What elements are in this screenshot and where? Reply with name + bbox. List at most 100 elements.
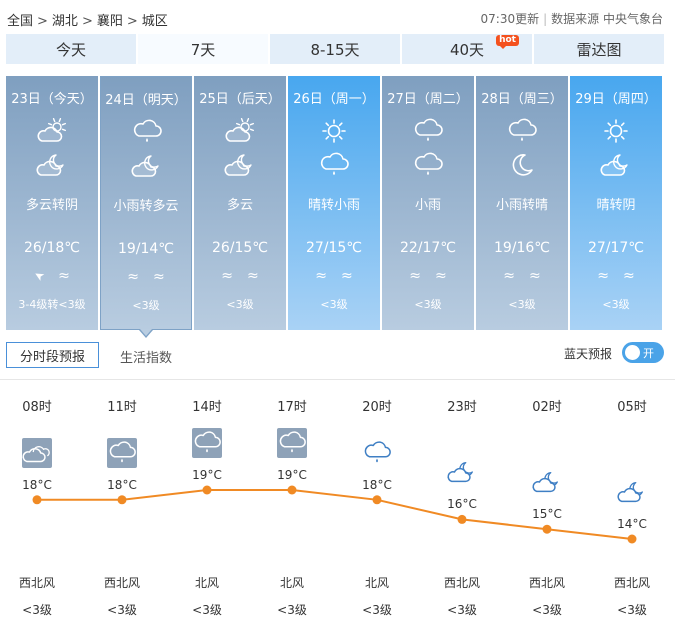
day-date: 25日（后天） — [199, 92, 281, 107]
day-date: 29日（周四） — [575, 92, 657, 107]
day-date: 27日（周二） — [387, 92, 469, 107]
day-card[interactable]: 28日（周三） 小雨转晴 19/16℃ ≈ ≈ <3级 — [476, 76, 568, 330]
partly-cloudy-night-icon — [36, 152, 68, 178]
day-temp-range: 27/15℃ — [305, 240, 363, 256]
blue-sky-forecast-toggle[interactable]: 开 — [622, 342, 664, 363]
wind-direction-icons: ≈ ≈ — [288, 268, 380, 284]
moon-icon — [506, 152, 538, 178]
tab-8-15day[interactable]: 8-15天 — [270, 34, 400, 64]
hot-badge: hot — [496, 35, 519, 49]
hour-time: 17时 — [277, 400, 307, 415]
day-card[interactable]: 23日（今天） 多云转阴 26/18℃ ➤ ≈ 3-4级转<3级 — [6, 76, 98, 330]
breadcrumb-separator: > — [37, 14, 48, 29]
hour-wind-level: <3级 — [532, 603, 562, 617]
tab-radar[interactable]: 雷达图 — [534, 34, 664, 64]
wind-direction-icon: ≈ — [58, 268, 70, 284]
day-card[interactable]: 29日（周四） 晴转阴 27/17℃ ≈ ≈ <3级 — [570, 76, 662, 330]
hour-wind-direction: 西北风 — [18, 576, 55, 590]
hourly-forecast-tab[interactable]: 分时段预报 — [6, 342, 99, 368]
partly-cloudy-night-icon — [532, 467, 562, 497]
meta-divider: | — [543, 12, 548, 26]
tab-label: 7天 — [190, 40, 216, 59]
day-weather-desc: 晴转阴 — [596, 198, 636, 213]
breadcrumb-item-province[interactable]: 湖北 — [52, 14, 78, 29]
day-card[interactable]: 27日（周二） 小雨 22/17℃ ≈ ≈ <3级 — [382, 76, 474, 330]
life-index-tab[interactable]: 生活指数 — [120, 347, 172, 366]
wind-direction-icons: ≈ ≈ — [570, 268, 662, 284]
breadcrumb: 全国 > 湖北 > 襄阳 > 城区 — [7, 10, 168, 29]
update-meta: 07:30更新 | 数据来源 中央气象台 — [481, 10, 663, 27]
seven-day-forecast: 23日（今天） 多云转阴 26/18℃ ➤ ≈ 3-4级转<3级 24日（明天） … — [6, 76, 664, 330]
breadcrumb-item-district: 城区 — [141, 14, 168, 29]
temperature-point[interactable] — [372, 495, 382, 505]
wind-direction-icons: ≈ ≈ — [101, 269, 191, 285]
hour-wind-level: <3级 — [447, 603, 477, 617]
temperature-point[interactable] — [627, 534, 637, 544]
day-card[interactable]: 24日（明天） 小雨转多云 19/14℃ ≈ ≈ <3级 — [100, 76, 192, 330]
temperature-point[interactable] — [202, 485, 212, 495]
day-weather-desc: 多云 — [226, 198, 253, 213]
breadcrumb-separator: > — [126, 14, 138, 29]
day-wind-level: <3级 — [508, 298, 536, 311]
wind-direction-icon: ≈ — [623, 268, 635, 284]
day-weather-desc: 晴转小雨 — [307, 198, 360, 213]
partly-cloudy-night-icon — [617, 477, 647, 507]
partly-cloudy-icon — [224, 117, 256, 144]
temperature-point[interactable] — [117, 495, 127, 505]
wind-direction-icon: ≈ — [409, 268, 421, 284]
tab-40day[interactable]: 40天 hot — [402, 34, 532, 64]
day-wind-level: <3级 — [602, 298, 630, 311]
day-date: 24日（明天） — [105, 93, 187, 108]
tab-today[interactable]: 今天 — [6, 34, 136, 64]
day-weather-desc: 小雨转多云 — [113, 199, 179, 214]
hourly-forecast-label: 分时段预报 — [19, 349, 85, 365]
partly-cloudy-night-icon — [447, 457, 477, 487]
temperature-point[interactable] — [32, 495, 42, 505]
day-temp-range: 19/14℃ — [117, 241, 175, 257]
hour-temp-label: 14°C — [617, 517, 647, 531]
temperature-point[interactable] — [287, 485, 297, 495]
day-wind-level: <3级 — [414, 298, 442, 311]
day-card[interactable]: 26日（周一） 晴转小雨 27/15℃ ≈ ≈ <3级 — [288, 76, 380, 330]
tab-7day[interactable]: 7天 — [138, 34, 268, 64]
hour-wind-direction: 西北风 — [528, 576, 565, 590]
temperature-point[interactable] — [542, 524, 552, 534]
wind-direction-icon: ≈ — [315, 268, 327, 284]
breadcrumb-item-country[interactable]: 全国 — [7, 14, 33, 29]
wind-direction-icons: ≈ ≈ — [382, 268, 474, 284]
hour-temp-label: 18°C — [107, 477, 137, 492]
rain-icon — [107, 437, 137, 468]
day-wind-level: <3级 — [320, 298, 348, 311]
breadcrumb-separator: > — [81, 14, 93, 29]
hour-temp-label: 19°C — [192, 468, 222, 482]
hour-time: 14时 — [192, 400, 222, 415]
wind-direction-icon: ≈ — [247, 268, 259, 284]
breadcrumb-item-city[interactable]: 襄阳 — [97, 14, 123, 29]
wind-direction-icon: ≈ — [341, 268, 353, 284]
hour-time: 05时 — [617, 400, 647, 415]
wind-direction-icon: ≈ — [597, 268, 609, 284]
hour-time: 20时 — [362, 400, 392, 415]
toggle-knob — [625, 345, 640, 360]
day-wind-level: 3-4级转<3级 — [18, 298, 86, 311]
wind-direction-icon: ➤ — [31, 267, 47, 285]
rain-icon — [362, 438, 392, 468]
temperature-point[interactable] — [457, 514, 467, 524]
day-temp-range: 27/17℃ — [587, 240, 645, 256]
hour-temp-label: 19°C — [277, 468, 307, 482]
hour-wind-level: <3级 — [617, 603, 647, 617]
rain-icon — [318, 152, 350, 178]
sun-icon — [318, 118, 350, 144]
partly-cloudy-icon — [36, 117, 68, 144]
wind-direction-icon: ≈ — [153, 269, 165, 285]
day-card[interactable]: 25日（后天） 多云 26/15℃ ≈ ≈ <3级 — [194, 76, 286, 330]
toggle-state: 开 — [643, 347, 654, 360]
day-temp-range: 26/18℃ — [23, 240, 81, 256]
hour-wind-direction: 西北风 — [443, 576, 480, 590]
hour-temp-label: 16°C — [447, 497, 477, 512]
day-date: 23日（今天） — [11, 92, 93, 107]
wind-direction-icon: ≈ — [127, 269, 139, 285]
tab-label: 今天 — [55, 40, 86, 59]
data-source: 数据来源 中央气象台 — [551, 12, 663, 26]
rain-icon — [192, 428, 222, 458]
